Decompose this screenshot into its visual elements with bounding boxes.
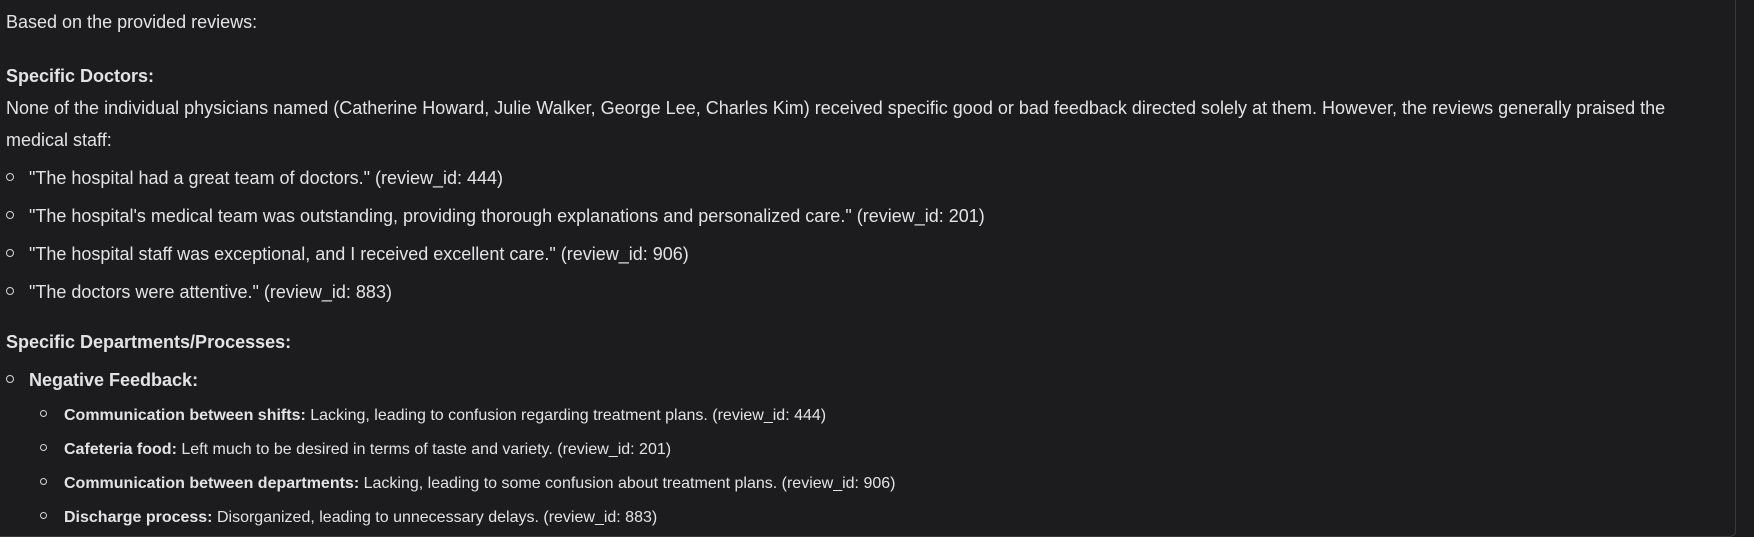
list-item: "The hospital had a great team of doctor… (6, 167, 503, 189)
item-label: Cafeteria food: (64, 441, 177, 458)
quote-text: "The hospital had a great team of doctor… (29, 168, 504, 188)
list-item: "The doctors were attentive." (review_id… (6, 281, 392, 303)
item-label: Communication between shifts: (64, 407, 306, 424)
item-text: Lacking, leading to some confusion about… (359, 475, 896, 492)
bullet-icon (6, 287, 14, 296)
doctors-heading: Specific Doctors: (6, 66, 155, 86)
quote-text: "The doctors were attentive." (review_id… (29, 282, 392, 302)
quote-text: "The hospital staff was exceptional, and… (29, 244, 689, 264)
item-label: Communication between departments: (64, 475, 360, 492)
bullet-icon (6, 173, 14, 182)
quote-text: "The hospital's medical team was outstan… (29, 206, 985, 226)
departments-heading: Specific Departments/Processes: (6, 332, 292, 352)
bullet-icon (40, 512, 47, 520)
negative-feedback-label: Negative Feedback: (29, 370, 199, 390)
bullet-icon (6, 375, 14, 384)
list-item: "The hospital's medical team was outstan… (6, 205, 985, 227)
doctors-summary: None of the individual physicians named … (6, 98, 1666, 150)
item-text: Lacking, leading to confusion regarding … (305, 407, 827, 424)
item-text: Left much to be desired in terms of tast… (176, 441, 672, 458)
list-item: Communication between shifts: Lacking, l… (40, 406, 826, 426)
list-item: Discharge process: Disorganized, leading… (40, 508, 657, 528)
response-panel: Based on the provided reviews: Specific … (0, 0, 1736, 537)
list-item: Cafeteria food: Left much to be desired … (40, 440, 671, 460)
intro-text: Based on the provided reviews: (6, 12, 258, 32)
item-label: Discharge process: (64, 509, 213, 526)
bullet-icon (40, 444, 47, 452)
bullet-icon (6, 249, 14, 258)
list-item: "The hospital staff was exceptional, and… (6, 243, 689, 265)
bullet-icon (6, 211, 14, 220)
list-item: Negative Feedback: (6, 369, 198, 391)
bullet-icon (40, 410, 47, 418)
list-item: Communication between departments: Lacki… (40, 474, 895, 494)
bullet-icon (40, 478, 47, 486)
item-text: Disorganized, leading to unnecessary del… (212, 509, 658, 526)
